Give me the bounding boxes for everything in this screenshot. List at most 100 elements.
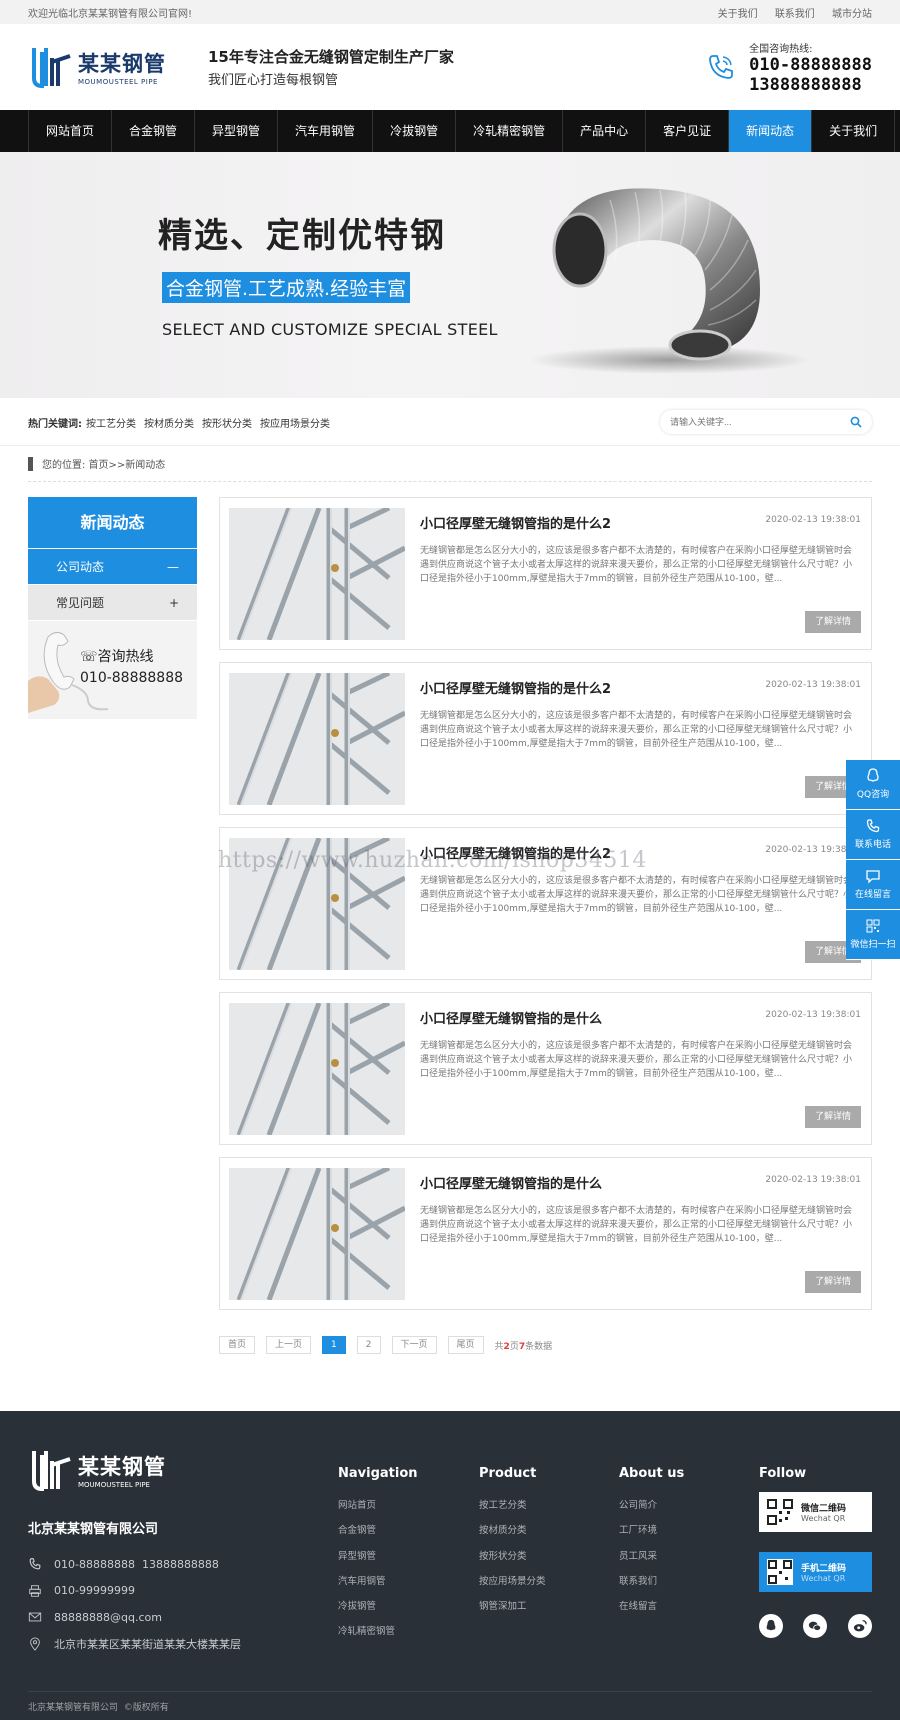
location-pin-icon: [30, 1637, 40, 1651]
nav-item[interactable]: 产品中心: [563, 110, 647, 152]
top-link-city[interactable]: 城市分站: [832, 9, 872, 20]
weibo-social-icon[interactable]: [848, 1614, 872, 1638]
mail-icon: [28, 1612, 42, 1622]
footer-product-link[interactable]: 按工艺分类: [479, 1493, 546, 1518]
article-thumbnail[interactable]: [229, 508, 405, 640]
copyright-text: 北京某某钢管有限公司 ©版权所有: [28, 1691, 872, 1713]
search-input[interactable]: [670, 417, 850, 427]
breadcrumb-text[interactable]: 您的位置: 首页>>新闻动态: [42, 456, 165, 471]
chat-bubble-icon: [866, 870, 880, 884]
article-title[interactable]: 小口径厚壁无缝钢管指的是什么: [420, 1008, 602, 1027]
footer-nav-link[interactable]: 异型钢管: [338, 1544, 418, 1569]
article-card[interactable]: 小口径厚壁无缝钢管指的是什么2 2020-02-13 19:38:01 无缝钢管…: [219, 662, 872, 815]
sidebar-item-faq[interactable]: 常见问题 +: [28, 585, 197, 621]
sidebar-title: 新闻动态: [28, 497, 197, 549]
nav-item[interactable]: 冷拔钢管: [373, 110, 457, 152]
next-page-button[interactable]: 下一页: [391, 1336, 437, 1354]
sidebar-item-company-news[interactable]: 公司动态 —: [28, 549, 197, 585]
nav-item[interactable]: 异型钢管: [195, 110, 279, 152]
footer-fax-row: 010-99999999: [28, 1578, 241, 1605]
qq-social-icon[interactable]: [759, 1614, 783, 1638]
sidebar: 新闻动态 公司动态 — 常见问题 + ☏咨询热线 010-88888888: [28, 497, 197, 1354]
last-page-button[interactable]: 尾页: [447, 1336, 484, 1354]
nav-item[interactable]: 冷轧精密钢管: [456, 110, 564, 152]
footer-email: 88888888@qq.com: [54, 1610, 162, 1624]
nav-item[interactable]: 汽车用钢管: [278, 110, 374, 152]
footer-nav-column: Navigation 网站首页 合金钢管 异型钢管 汽车用钢管 冷拔钢管 冷轧精密钢管: [338, 1466, 418, 1645]
article-thumbnail[interactable]: [229, 673, 405, 805]
read-more-button[interactable]: 了解详情: [805, 611, 861, 633]
article-card[interactable]: 小口径厚壁无缝钢管指的是什么 2020-02-13 19:38:01 无缝钢管都…: [219, 992, 872, 1145]
nav-item[interactable]: 关于我们: [812, 110, 896, 152]
article-thumbnail[interactable]: [229, 1168, 405, 1300]
keyword-link[interactable]: 按形状分类: [202, 415, 252, 430]
float-qq-button[interactable]: QQ咨询: [846, 760, 900, 810]
article-date: 2020-02-13 19:38:01: [765, 515, 861, 525]
article-title[interactable]: 小口径厚壁无缝钢管指的是什么: [420, 1173, 602, 1192]
footer-about-link[interactable]: 在线留言: [619, 1594, 684, 1619]
article-card[interactable]: 小口径厚壁无缝钢管指的是什么2 2020-02-13 19:38:01 无缝钢管…: [219, 497, 872, 650]
prev-page-button[interactable]: 上一页: [266, 1336, 312, 1354]
top-links: 关于我们 联系我们 城市分站: [704, 5, 872, 20]
footer-logo[interactable]: 某某钢管 MOUMOUSTEEL PIPE: [28, 1447, 166, 1493]
footer-nav-link[interactable]: 汽车用钢管: [338, 1569, 418, 1594]
wechat-qr-card[interactable]: 微信二维码 Wechat QR: [759, 1492, 872, 1532]
search-icon[interactable]: [850, 416, 862, 428]
keyword-link[interactable]: 按材质分类: [144, 415, 194, 430]
footer-product-link[interactable]: 按应用场景分类: [479, 1569, 546, 1594]
article-title[interactable]: 小口径厚壁无缝钢管指的是什么2: [420, 678, 611, 697]
article-card[interactable]: 小口径厚壁无缝钢管指的是什么 2020-02-13 19:38:01 无缝钢管都…: [219, 1157, 872, 1310]
wechat-social-icon[interactable]: [803, 1614, 827, 1638]
footer-about-link[interactable]: 公司简介: [619, 1493, 684, 1518]
top-bar: 欢迎光临北京某某钢管有限公司官网! 关于我们 联系我们 城市分站: [0, 0, 900, 24]
breadcrumb: 您的位置: 首页>>新闻动态: [0, 446, 900, 482]
floating-contact-bar: QQ咨询 联系电话 在线留言 微信扫一扫: [846, 760, 900, 960]
hotline-label: 全国咨询热线:: [749, 43, 813, 55]
article-thumbnail[interactable]: [229, 1003, 405, 1135]
footer-nav-link[interactable]: 网站首页: [338, 1493, 418, 1518]
float-message-button[interactable]: 在线留言: [846, 860, 900, 910]
read-more-button[interactable]: 了解详情: [805, 1106, 861, 1128]
article-title[interactable]: 小口径厚壁无缝钢管指的是什么2: [420, 513, 611, 532]
footer-nav-link[interactable]: 冷拔钢管: [338, 1594, 418, 1619]
banner-english: SELECT AND CUSTOMIZE SPECIAL STEEL: [162, 320, 498, 339]
nav-item[interactable]: 客户见证: [646, 110, 730, 152]
footer-product-link[interactable]: 按形状分类: [479, 1544, 546, 1569]
read-more-button[interactable]: 了解详情: [805, 1271, 861, 1293]
qr-code-icon: [767, 1499, 793, 1525]
keyword-link[interactable]: 按应用场景分类: [260, 415, 330, 430]
top-link-contact[interactable]: 联系我们: [775, 9, 815, 20]
article-date: 2020-02-13 19:38:01: [765, 1010, 861, 1020]
mobile-qr-card[interactable]: 手机二维码 Wechat QR: [759, 1552, 872, 1592]
qr-code-icon: [866, 919, 880, 933]
nav-item[interactable]: 新闻动态: [729, 110, 813, 152]
logo-name: 某某钢管: [78, 52, 166, 76]
footer-product-link[interactable]: 按材质分类: [479, 1518, 546, 1543]
nav-item[interactable]: 网站首页: [28, 110, 113, 152]
float-wechat-button[interactable]: 微信扫一扫: [846, 910, 900, 960]
top-link-about[interactable]: 关于我们: [718, 9, 758, 20]
footer-about-link[interactable]: 员工风采: [619, 1544, 684, 1569]
footer-product-link[interactable]: 钢管深加工: [479, 1594, 546, 1619]
first-page-button[interactable]: 首页: [219, 1336, 256, 1354]
contact-number: 010-88888888: [80, 670, 184, 686]
site-header: 某某钢管 MOUMOUSTEEL PIPE 15年专注合金无缝钢管定制生产厂家 …: [0, 24, 900, 110]
article-summary: 无缝钢管都是怎么区分大小的，这应该是很多客户都不太清楚的，有时候客户在采购小口径…: [420, 876, 853, 914]
mobile-qr-title: 手机二维码: [801, 1564, 847, 1574]
nav-item[interactable]: 合金钢管: [112, 110, 196, 152]
phone-icon: [29, 1558, 41, 1570]
float-phone-button[interactable]: 联系电话: [846, 810, 900, 860]
page-number-button[interactable]: 2: [356, 1336, 381, 1354]
footer-nav-link[interactable]: 合金钢管: [338, 1518, 418, 1543]
site-logo[interactable]: 某某钢管 MOUMOUSTEEL PIPE: [28, 44, 198, 90]
footer-about-link[interactable]: 工厂环境: [619, 1518, 684, 1543]
footer-nav-link[interactable]: 冷轧精密钢管: [338, 1619, 418, 1644]
keyword-link[interactable]: 按工艺分类: [86, 415, 136, 430]
page-number-button[interactable]: 1: [322, 1336, 346, 1354]
mobile-qr-en: Wechat QR: [801, 1574, 846, 1583]
keyword-label: 热门关键词:: [28, 418, 82, 430]
footer-follow-title: Follow: [759, 1466, 807, 1481]
footer-about-link[interactable]: 联系我们: [619, 1569, 684, 1594]
float-wechat-label: 微信扫一扫: [850, 940, 896, 950]
hotline-number-1: 010-88888888: [749, 54, 872, 75]
